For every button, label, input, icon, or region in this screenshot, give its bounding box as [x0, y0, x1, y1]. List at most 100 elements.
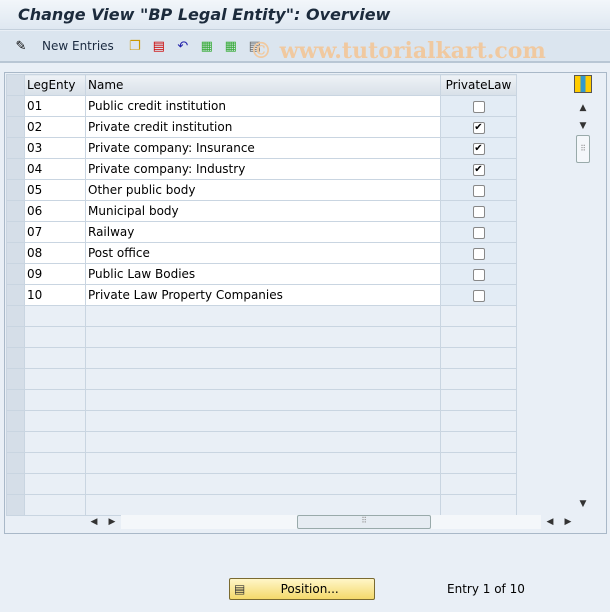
header-name[interactable]: Name [85, 74, 441, 96]
privatelaw-checkbox[interactable] [472, 226, 485, 239]
empty-cell [85, 305, 441, 327]
scroll-up-icon[interactable]: ▲ [574, 99, 592, 117]
legenty-cell: 10 [24, 284, 86, 306]
privatelaw-cell [440, 263, 517, 285]
empty-cell [440, 326, 517, 348]
empty-cell [85, 410, 441, 432]
name-cell: Public Law Bodies [85, 263, 441, 285]
delete-icon[interactable]: ▤ [150, 37, 168, 55]
empty-cell [440, 347, 517, 369]
legenty-cell: 08 [24, 242, 86, 264]
scroll-down-icon[interactable]: ▼ [574, 117, 592, 135]
select-block-icon[interactable]: ▦ [222, 37, 240, 55]
row-selector[interactable] [6, 284, 25, 306]
row-selector[interactable] [6, 305, 25, 327]
empty-cell [440, 410, 517, 432]
row-selector[interactable] [6, 242, 25, 264]
privatelaw-cell [440, 179, 517, 201]
row-selector[interactable] [6, 179, 25, 201]
row-selector[interactable] [6, 95, 25, 117]
privatelaw-cell: ✔ [440, 116, 517, 138]
horizontal-scroll-thumb[interactable]: ⠿ [297, 515, 431, 529]
name-cell: Railway [85, 221, 441, 243]
copy-icon[interactable]: ❐ [126, 37, 144, 55]
entries-table: LegEnty Name PrivateLaw 01 Public credit… [6, 74, 517, 516]
row-selector[interactable] [6, 494, 25, 516]
scroll-right-end-icon[interactable]: ▶ [559, 513, 577, 531]
empty-cell [24, 410, 86, 432]
privatelaw-cell [440, 95, 517, 117]
empty-cell [440, 368, 517, 390]
header-privatelaw[interactable]: PrivateLaw [440, 74, 517, 96]
header-legenty[interactable]: LegEnty [24, 74, 86, 96]
row-selector[interactable] [6, 221, 25, 243]
empty-row [6, 347, 517, 369]
edit-pencil-icon[interactable]: ✎ [12, 37, 30, 55]
name-cell: Private company: Insurance [85, 137, 441, 159]
privatelaw-checkbox[interactable] [472, 247, 485, 260]
name-cell: Private credit institution [85, 116, 441, 138]
name-cell: Private Law Property Companies [85, 284, 441, 306]
privatelaw-checkbox[interactable] [472, 268, 485, 281]
name-cell: Private company: Industry [85, 158, 441, 180]
legenty-cell: 03 [24, 137, 86, 159]
row-selector[interactable] [6, 200, 25, 222]
select-all-cell[interactable] [6, 74, 25, 96]
row-selector[interactable] [6, 452, 25, 474]
horizontal-scroll-track[interactable]: ⠿ [121, 515, 541, 529]
empty-cell [85, 368, 441, 390]
empty-cell [24, 473, 86, 495]
position-button-label: Position... [280, 582, 339, 596]
row-selector[interactable] [6, 158, 25, 180]
empty-cell [85, 431, 441, 453]
privatelaw-checkbox[interactable] [472, 184, 485, 197]
new-entries-button[interactable]: New Entries [42, 39, 114, 53]
privatelaw-checkbox[interactable]: ✔ [472, 163, 485, 176]
empty-cell [85, 473, 441, 495]
select-all-icon[interactable]: ▦ [198, 37, 216, 55]
column-settings-icon[interactable] [574, 75, 592, 93]
privatelaw-checkbox[interactable] [472, 289, 485, 302]
empty-cell [440, 452, 517, 474]
row-selector[interactable] [6, 431, 25, 453]
privatelaw-checkbox[interactable] [472, 100, 485, 113]
privatelaw-checkbox[interactable] [472, 205, 485, 218]
scroll-bottom-down-icon[interactable]: ▼ [574, 495, 592, 513]
scroll-left-icon[interactable]: ◀ [85, 513, 103, 531]
privatelaw-checkbox[interactable]: ✔ [472, 121, 485, 134]
vertical-scrollbar[interactable]: ▲ ▼ ⠿ ▼ [574, 99, 592, 513]
undo-icon[interactable]: ↶ [174, 37, 192, 55]
row-selector[interactable] [6, 473, 25, 495]
privatelaw-checkbox[interactable]: ✔ [472, 142, 485, 155]
empty-row [6, 305, 517, 327]
vertical-scroll-thumb[interactable]: ⠿ [576, 135, 590, 163]
row-selector[interactable] [6, 389, 25, 411]
table-row: 06 Municipal body [6, 200, 517, 222]
row-selector[interactable] [6, 368, 25, 390]
position-button[interactable]: ▤ Position... [229, 578, 375, 600]
row-selector[interactable] [6, 347, 25, 369]
empty-cell [24, 347, 86, 369]
row-selector[interactable] [6, 137, 25, 159]
row-selector[interactable] [6, 410, 25, 432]
empty-cell [24, 452, 86, 474]
empty-row [6, 326, 517, 348]
empty-cell [440, 473, 517, 495]
empty-cell [440, 305, 517, 327]
row-selector[interactable] [6, 116, 25, 138]
table-row: 08 Post office [6, 242, 517, 264]
privatelaw-cell [440, 284, 517, 306]
empty-row [6, 389, 517, 411]
horizontal-scrollbar[interactable]: ◀ ▶ ⠿ ◀ ▶ [85, 513, 575, 531]
scroll-left-end-icon[interactable]: ◀ [541, 513, 559, 531]
entry-info: Entry 1 of 10 [447, 582, 525, 596]
legenty-cell: 07 [24, 221, 86, 243]
empty-cell [85, 389, 441, 411]
empty-cell [24, 305, 86, 327]
scroll-right-icon[interactable]: ▶ [103, 513, 121, 531]
empty-cell [24, 326, 86, 348]
row-selector[interactable] [6, 326, 25, 348]
row-selector[interactable] [6, 263, 25, 285]
legenty-cell: 04 [24, 158, 86, 180]
legenty-cell: 05 [24, 179, 86, 201]
